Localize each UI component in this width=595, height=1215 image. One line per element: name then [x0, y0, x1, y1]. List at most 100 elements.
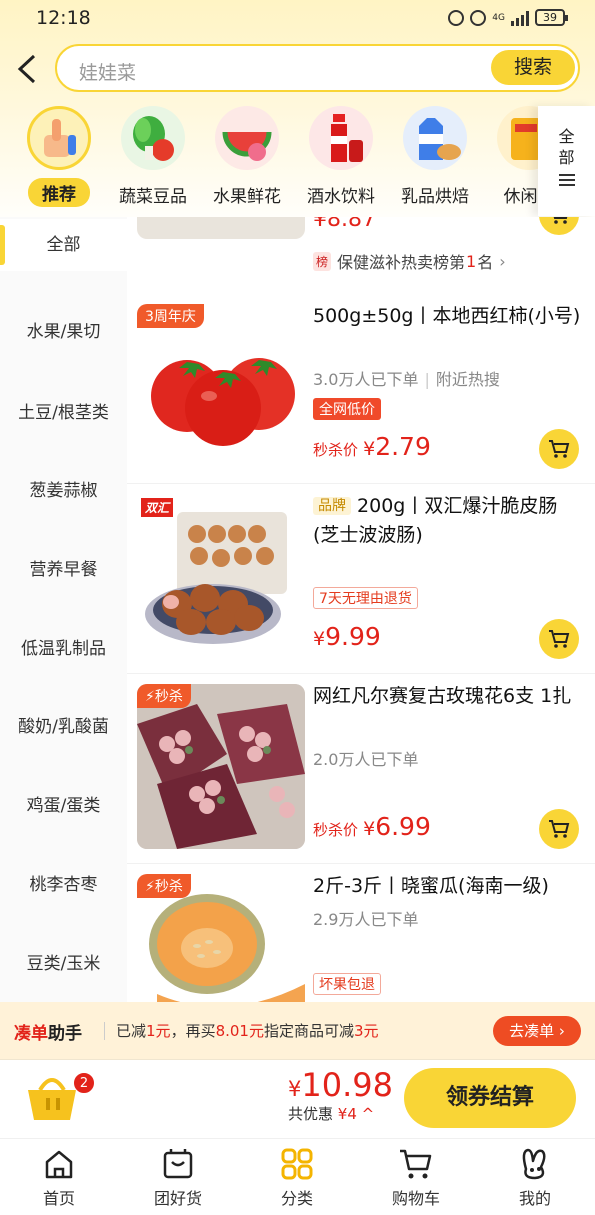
price-prefix: 秒杀价: [313, 441, 359, 459]
order-helper-bar: 凑单助手 已减1元，再买8.01元指定商品可减3元 去凑单 ›: [0, 1002, 595, 1060]
cart-basket-button[interactable]: 2: [20, 1068, 95, 1130]
discount-label: 共优惠: [288, 1105, 334, 1123]
brand-logo: 双汇: [141, 498, 174, 517]
lowest-price-tag: 全网低价: [313, 398, 381, 420]
category-label: 蔬菜豆品: [119, 187, 187, 207]
menu-icon: [558, 174, 575, 186]
sidebar-item-breakfast[interactable]: 营养早餐: [0, 555, 127, 580]
sidebar-item-stone-fruit[interactable]: 桃李杏枣: [0, 870, 127, 895]
milk-bread-icon: [403, 106, 467, 170]
add-to-cart-button[interactable]: [539, 809, 579, 849]
cart-icon: [549, 440, 570, 458]
product-image: 双汇: [137, 494, 305, 659]
helper-amount-a: 1元: [146, 1022, 171, 1040]
rank-badge[interactable]: 榜 保健滋补热卖榜第 1 名 ›: [313, 249, 506, 273]
bad-fruit-refund-tag: 坏果包退: [313, 973, 381, 995]
add-to-cart-button[interactable]: [539, 619, 579, 659]
all-categories-button[interactable]: 全 部: [538, 106, 595, 216]
product-list: ¥8.87 榜 保健滋补热卖榜第1名 › 3周年庆 500g±50g丨本地西红柿(…: [127, 217, 595, 1002]
product-image: [137, 217, 305, 239]
sidebar-item-all[interactable]: 全部: [0, 219, 127, 271]
discount-info[interactable]: 共优惠 ¥4 ^: [288, 1103, 374, 1124]
product-card-roses[interactable]: ⚡秒杀 网红凡尔赛复古玫瑰花6支 1扎 2.0万人已下单 秒杀价 ¥6.99: [127, 674, 595, 864]
tab-category[interactable]: 分类: [247, 1147, 347, 1209]
network-type: 4G: [492, 12, 505, 23]
chevron-left-icon: [17, 54, 36, 84]
helper-text-c: 指定商品可减: [263, 1022, 354, 1040]
add-to-cart-button[interactable]: [539, 429, 579, 469]
search-bar[interactable]: 娃娃菜 搜索: [55, 44, 580, 92]
sidebar: 全部 水果/果切 土豆/根茎类 葱姜蒜椒 营养早餐 低温乳制品 酸奶/乳酸菌 鸡…: [0, 217, 127, 1002]
go-add-items-button[interactable]: 去凑单 ›: [493, 1016, 581, 1046]
product-card-partial[interactable]: ¥8.87 榜 保健滋补热卖榜第1名 ›: [127, 217, 595, 283]
category-tab-dairy-bakery[interactable]: 乳品烘焙: [388, 106, 482, 207]
product-sold-info: 2.0万人已下单: [313, 750, 419, 769]
cart-icon: [549, 630, 570, 648]
cart-icon: [400, 1149, 432, 1179]
flash-sale-label: 秒杀: [154, 689, 183, 705]
cart-icon: [553, 217, 568, 224]
bottom-tab-bar: 首页 团好货 分类 购物车 我的: [0, 1138, 595, 1215]
category-icon: [281, 1148, 313, 1180]
product-sold-info: 3.0万人已下单 | 附近热搜: [313, 370, 500, 389]
lightning-icon: ⚡: [145, 879, 155, 895]
product-card-tomato[interactable]: 3周年庆 500g±50g丨本地西红柿(小号) 3.0万人已下单 | 附近热搜 全网…: [127, 294, 595, 484]
sidebar-item-seasoning[interactable]: 葱姜蒜椒: [0, 476, 127, 501]
search-button[interactable]: 搜索: [491, 50, 575, 85]
category-tab-fruits-flowers[interactable]: 水果鲜花: [200, 106, 294, 207]
helper-text-b: ，再买: [170, 1022, 216, 1040]
product-image: 3周年庆: [137, 304, 305, 469]
search-input[interactable]: 娃娃菜: [79, 58, 136, 85]
category-tab-drinks[interactable]: 酒水饮料: [294, 106, 388, 207]
helper-text: 已减1元，再买8.01元指定商品可减3元: [116, 1020, 379, 1041]
sidebar-item-dairy[interactable]: 低温乳制品: [0, 634, 127, 659]
sidebar-item-potato[interactable]: 土豆/根茎类: [0, 398, 127, 423]
category-label: 推荐: [28, 178, 90, 207]
category-label: 乳品烘焙: [401, 187, 469, 207]
sidebar-item-beans-corn[interactable]: 豆类/玉米: [0, 949, 127, 974]
category-tab-vegetables[interactable]: 蔬菜豆品: [106, 106, 200, 207]
checkout-bar: 2 ¥10.98 共优惠 ¥4 ^ 领券结算: [0, 1060, 595, 1138]
flash-sale-badge: ⚡秒杀: [137, 684, 191, 708]
chevron-right-icon: ›: [499, 251, 506, 271]
watermelon-icon: [215, 106, 279, 170]
tab-group-goods[interactable]: 团好货: [128, 1147, 228, 1209]
sidebar-item-fruit[interactable]: 水果/果切: [0, 317, 127, 342]
checkout-button[interactable]: 领券结算: [404, 1068, 576, 1128]
status-icons: 4G 39: [448, 9, 568, 26]
category-label: 水果鲜花: [213, 187, 281, 207]
category-label: 酒水饮料: [307, 187, 375, 207]
tab-home[interactable]: 首页: [9, 1147, 109, 1209]
divider: [104, 1022, 105, 1040]
sidebar-item-eggs[interactable]: 鸡蛋/蛋类: [0, 791, 127, 816]
brand-tag: 品牌: [313, 497, 351, 515]
product-card-melon[interactable]: ⚡秒杀 2斤-3斤丨晓蜜瓜(海南一级) 2.9万人已下单 坏果包退: [127, 864, 595, 1002]
add-to-cart-button[interactable]: [539, 217, 579, 235]
status-time: 12:18: [36, 7, 91, 29]
product-price: 秒杀价 ¥2.79: [313, 432, 431, 461]
thumbs-up-icon: [27, 106, 91, 170]
profile-icon: [522, 1148, 546, 1180]
back-button[interactable]: [14, 52, 44, 86]
sidebar-item-yogurt[interactable]: 酸奶/乳酸菌: [0, 712, 127, 737]
tab-profile[interactable]: 我的: [485, 1147, 585, 1209]
alarm-icon: [448, 9, 465, 26]
all-categories-label: 全: [558, 127, 575, 146]
status-bar: 12:18 4G 39: [0, 0, 595, 36]
dnd-icon: [470, 9, 487, 26]
product-price-fragment: ¥8.87: [313, 217, 376, 229]
category-strip: 推荐 蔬菜豆品 水果鲜花 酒水饮料 乳品烘焙 休闲零: [0, 106, 561, 216]
price-value: 2.79: [375, 432, 431, 461]
product-image: ⚡秒杀: [137, 874, 305, 1002]
all-categories-label: 部: [558, 148, 575, 167]
category-tab-recommend[interactable]: 推荐: [12, 106, 106, 207]
group-goods-icon: [163, 1149, 193, 1179]
tab-cart[interactable]: 购物车: [366, 1147, 466, 1209]
cart-count-badge: 2: [73, 1072, 95, 1094]
tab-label: 分类: [280, 1189, 313, 1208]
product-price: 秒杀价 ¥6.99: [313, 812, 431, 841]
product-card-sausage[interactable]: 双汇 品牌 200g丨双汇爆汁脆皮肠(芝士波波肠) 7天无理由退货 ¥9.99: [127, 484, 595, 674]
price-currency: ¥: [313, 628, 326, 650]
total-value: 10.98: [301, 1066, 393, 1104]
helper-amount-b: 8.01元: [215, 1022, 264, 1040]
